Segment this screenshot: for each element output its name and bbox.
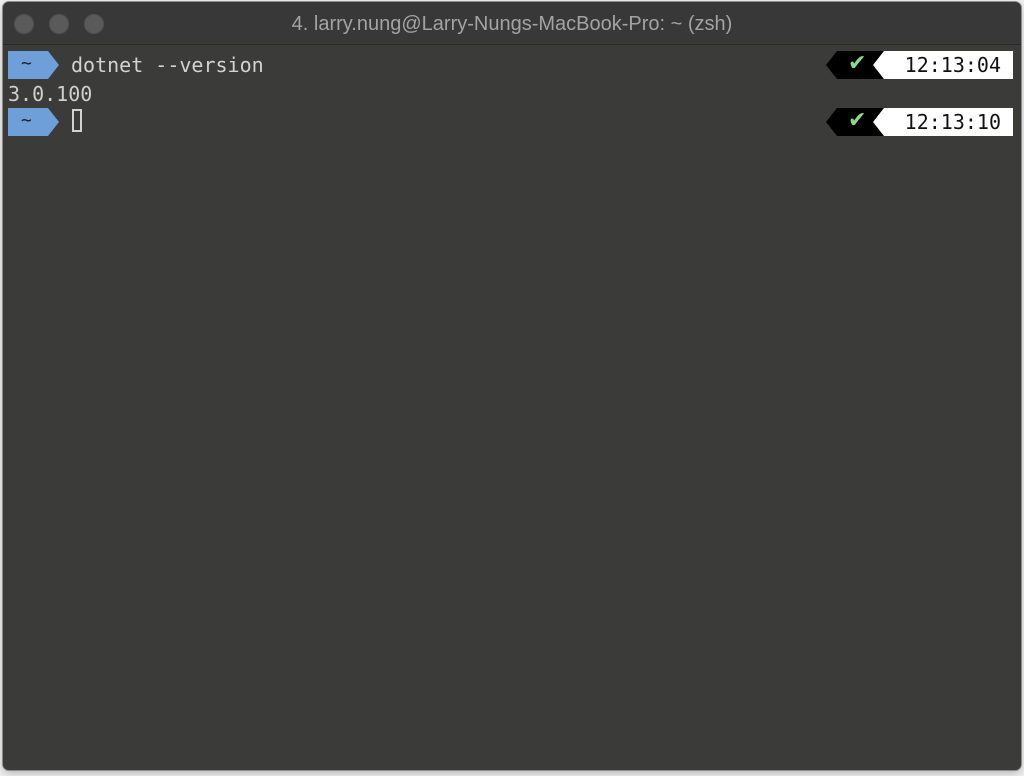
current-directory: ~ bbox=[21, 53, 32, 74]
timestamp-segment: 12:13:10 bbox=[873, 108, 1013, 136]
check-icon: ✔ bbox=[848, 108, 867, 133]
command-text: dotnet --version bbox=[71, 53, 264, 77]
terminal-window: 4. larry.nung@Larry-Nungs-MacBook-Pro: ~… bbox=[3, 2, 1021, 770]
command-timestamp: 12:13:10 bbox=[904, 110, 1001, 134]
terminal-output-area[interactable]: ~ dotnet --version ✔ 12:13:04 3.0.100 ~ bbox=[3, 45, 1021, 770]
prompt-directory-segment: ~ bbox=[8, 51, 59, 79]
timestamp-segment: 12:13:04 bbox=[873, 51, 1013, 79]
text-cursor bbox=[72, 109, 82, 132]
current-directory: ~ bbox=[21, 110, 32, 131]
check-icon: ✔ bbox=[848, 51, 867, 76]
terminal-line: ~ dotnet --version ✔ 12:13:04 bbox=[3, 51, 1021, 79]
command-output: 3.0.100 bbox=[8, 82, 93, 106]
title-bar: 4. larry.nung@Larry-Nungs-MacBook-Pro: ~… bbox=[3, 2, 1021, 45]
command-status-segment: ✔ 12:13:10 bbox=[826, 108, 1013, 136]
window-title: 4. larry.nung@Larry-Nungs-MacBook-Pro: ~… bbox=[291, 13, 733, 35]
prompt-directory-segment: ~ bbox=[8, 108, 59, 136]
command-timestamp: 12:13:04 bbox=[904, 53, 1001, 77]
terminal-prompt-line[interactable]: ~ ✔ 12:13:10 bbox=[3, 108, 1021, 136]
command-status-segment: ✔ 12:13:04 bbox=[826, 51, 1013, 79]
terminal-output-line: 3.0.100 bbox=[3, 82, 1021, 106]
